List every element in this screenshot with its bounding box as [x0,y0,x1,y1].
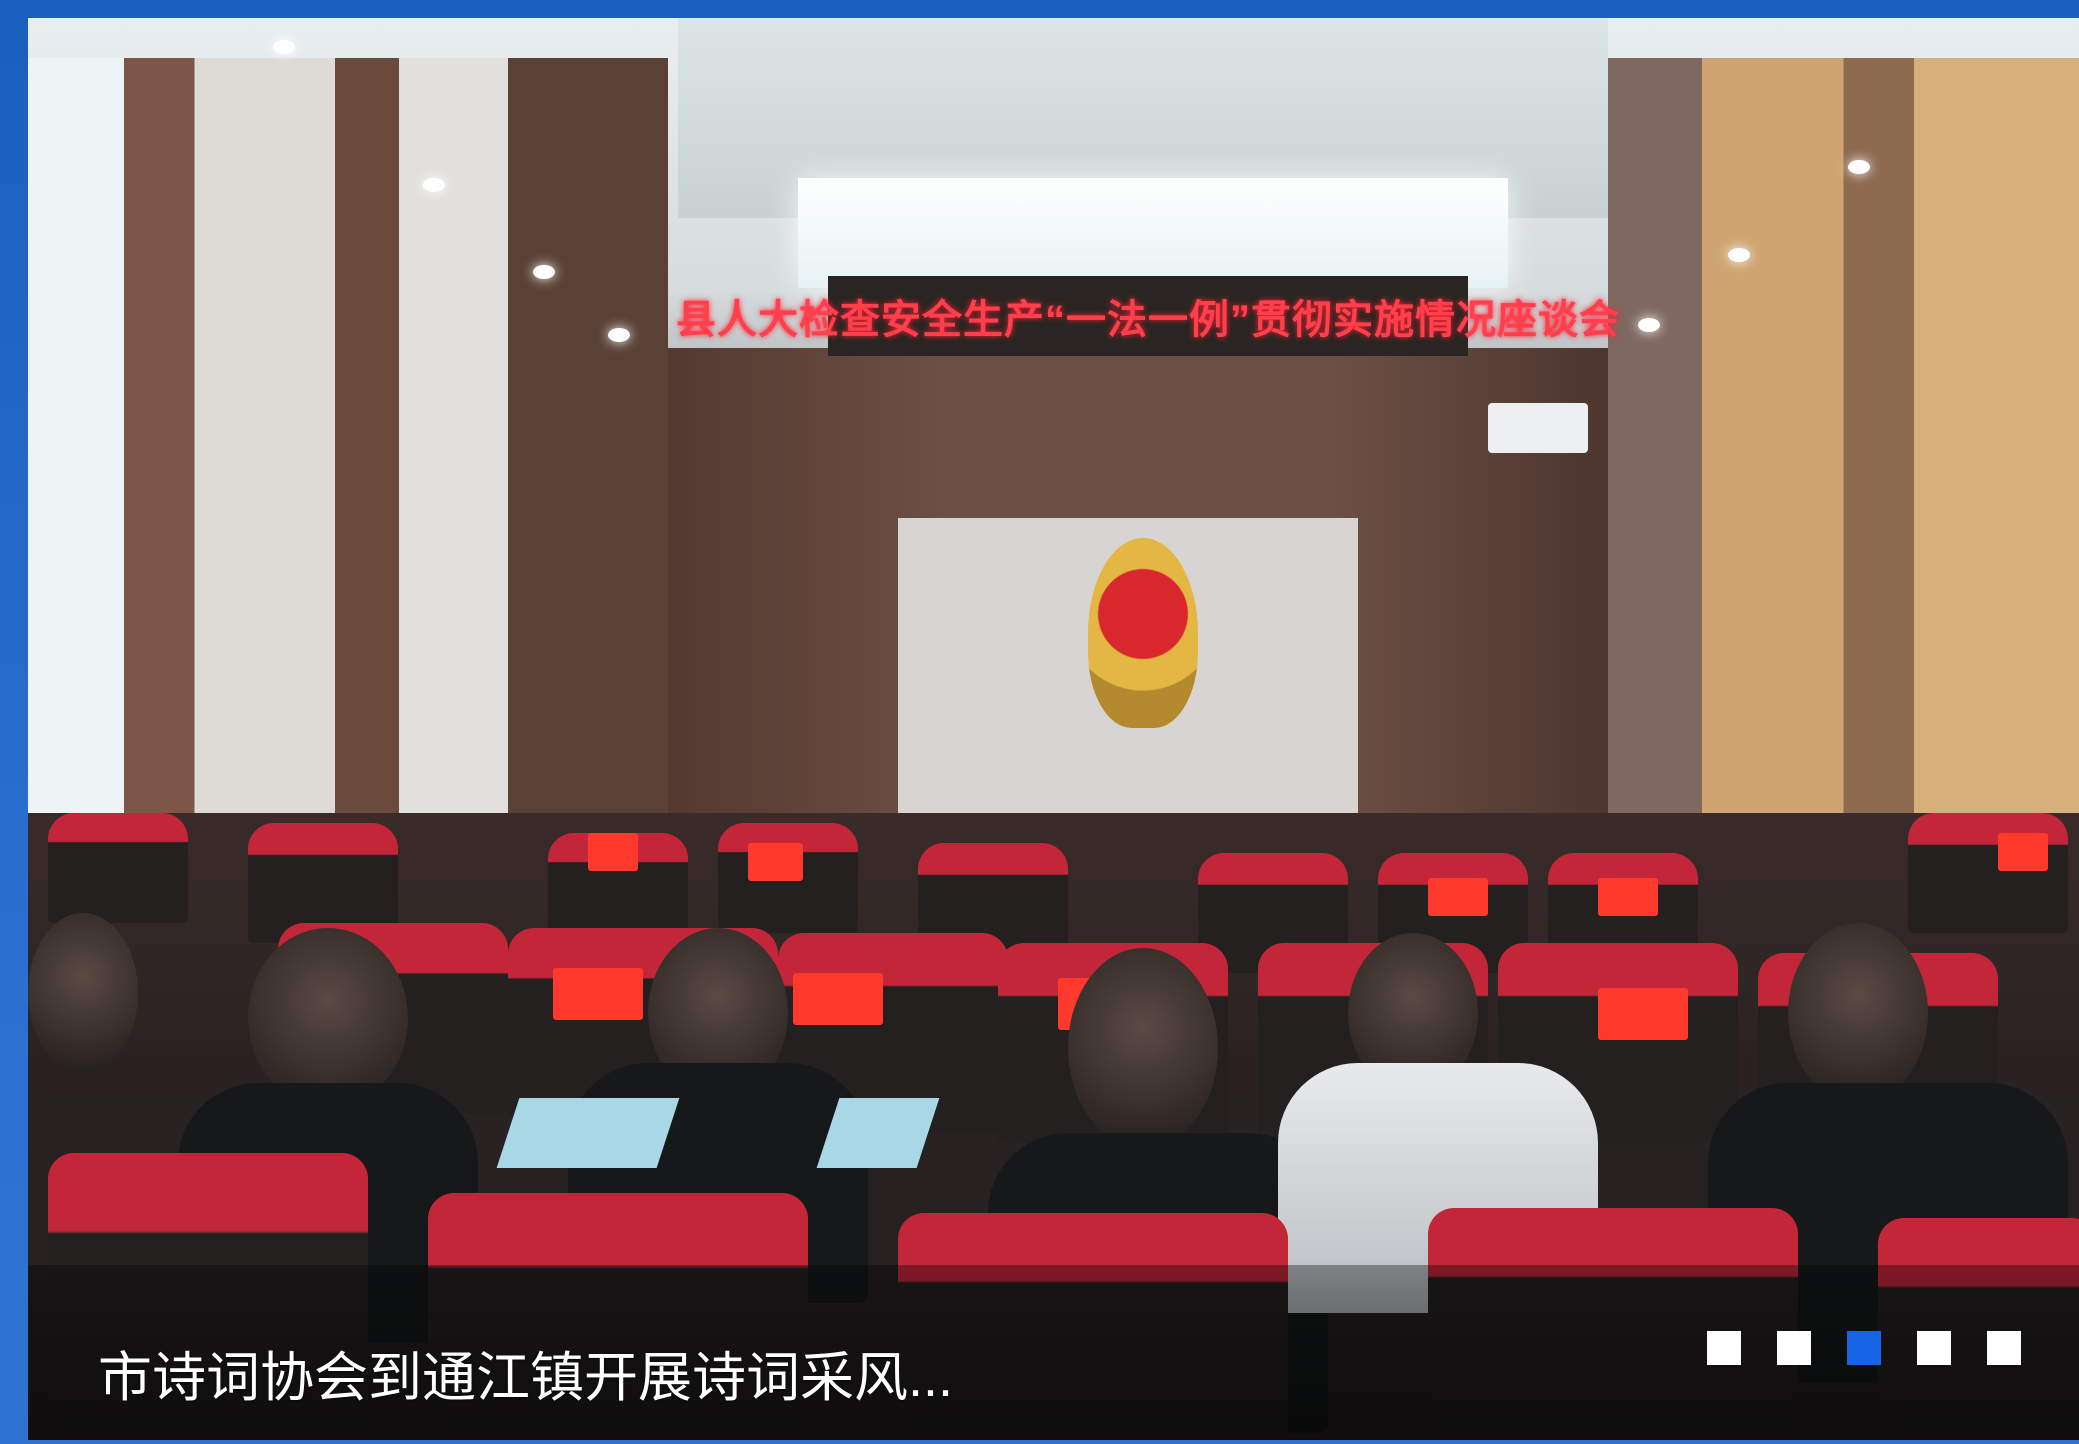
slide-caption-link[interactable]: 市诗词协会到通江镇开展诗词采风... [98,1333,953,1412]
slide-indicator-1[interactable] [1707,1331,1741,1365]
slide-indicators [1707,1331,2021,1365]
news-carousel[interactable]: 县人大检查安全生产“一法一例”贯彻实施情况座谈会 市诗词协会到通江镇开展诗词采风… [28,18,2079,1440]
slide-indicator-3[interactable] [1847,1331,1881,1365]
slide-indicator-5[interactable] [1987,1331,2021,1365]
projector [1488,403,1588,453]
carousel-photo: 县人大检查安全生产“一法一例”贯彻实施情况座谈会 [28,18,2079,818]
led-sign: 县人大检查安全生产“一法一例”贯彻实施情况座谈会 [676,276,1619,356]
slide-indicator-4[interactable] [1917,1331,1951,1365]
national-emblem [1088,538,1198,728]
slide-indicator-2[interactable] [1777,1331,1811,1365]
led-sign-text: 县人大检查安全生产“一法一例”贯彻实施情况座谈会 [676,298,1620,342]
